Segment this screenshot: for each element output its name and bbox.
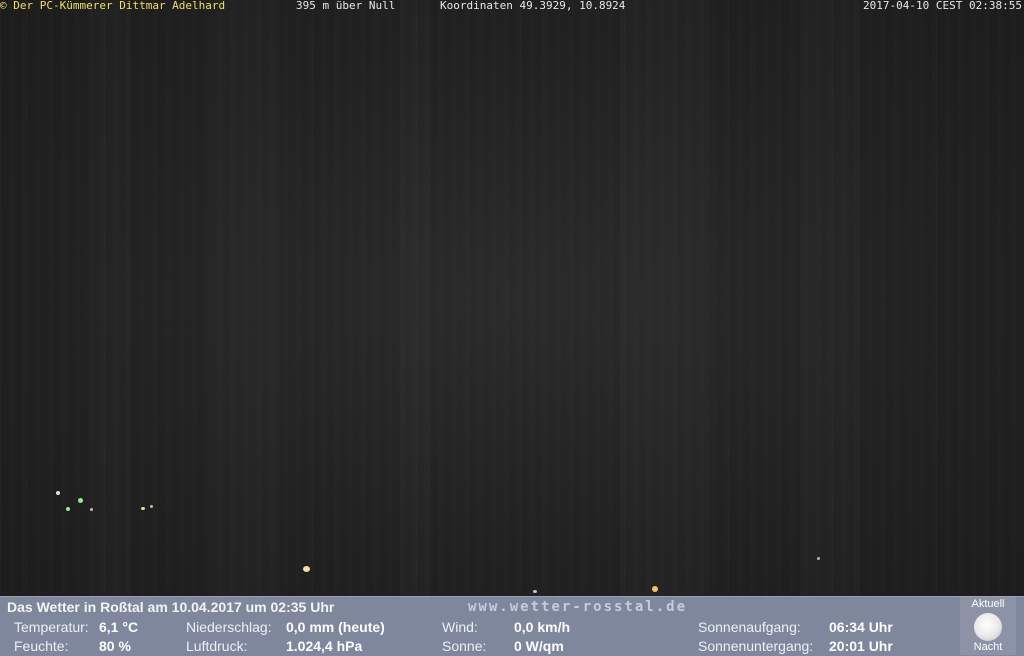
distant-light — [533, 590, 537, 593]
wind-label: Wind: — [442, 619, 478, 635]
precipitation-label: Niederschlag: — [186, 619, 272, 635]
temperature-label: Temperatur: — [14, 619, 89, 635]
website-link[interactable]: www.wetter-rosstal.de — [468, 599, 687, 615]
distant-light — [78, 498, 83, 503]
sunrise-value: 06:34 Uhr — [829, 619, 893, 635]
distant-light — [652, 586, 658, 592]
precipitation-value: 0,0 mm (heute) — [286, 619, 385, 635]
distant-light — [303, 566, 310, 572]
sunset-label: Sonnenuntergang: — [698, 638, 814, 654]
distant-light — [90, 508, 93, 511]
moon-bottom-label: Nacht — [973, 641, 1003, 653]
humidity-value: 80 % — [99, 638, 131, 654]
moon-phase-box: Aktuell Nacht — [960, 597, 1016, 655]
humidity-label: Feuchte: — [14, 638, 69, 654]
distant-light — [150, 505, 153, 508]
distant-light — [56, 491, 60, 495]
altitude-text: 395 m über Null — [296, 0, 396, 12]
temperature-value: 6,1 °C — [99, 619, 139, 635]
coordinates-text: Koordinaten 49.3929, 10.8924 — [440, 0, 626, 12]
weather-title: Das Wetter in Roßtal am 10.04.2017 um 02… — [7, 599, 335, 615]
pressure-value: 1.024,4 hPa — [286, 638, 363, 654]
noise-band — [800, 0, 860, 596]
credit-text: © Der PC-Kümmerer Dittmar Adelhard — [0, 0, 226, 12]
sun-label: Sonne: — [442, 638, 487, 654]
noise-band — [620, 0, 710, 596]
noise-band — [90, 0, 130, 596]
sun-value: 0 W/qm — [514, 638, 564, 654]
wind-value: 0,0 km/h — [514, 619, 571, 635]
timestamp-text: 2017-04-10 CEST 02:38:55 — [863, 0, 1022, 12]
distant-light — [66, 507, 70, 511]
noise-band — [400, 0, 430, 596]
pressure-label: Luftdruck: — [186, 638, 248, 654]
distant-light — [817, 557, 820, 560]
sunrise-label: Sonnenaufgang: — [698, 619, 801, 635]
full-moon-icon — [974, 613, 1002, 641]
distant-light — [141, 507, 145, 510]
noise-band — [210, 0, 280, 596]
weather-bar: Das Wetter in Roßtal am 10.04.2017 um 02… — [0, 596, 1024, 656]
sunset-value: 20:01 Uhr — [829, 638, 893, 654]
moon-top-label: Aktuell — [971, 598, 1005, 610]
webcam-image — [0, 0, 1024, 596]
